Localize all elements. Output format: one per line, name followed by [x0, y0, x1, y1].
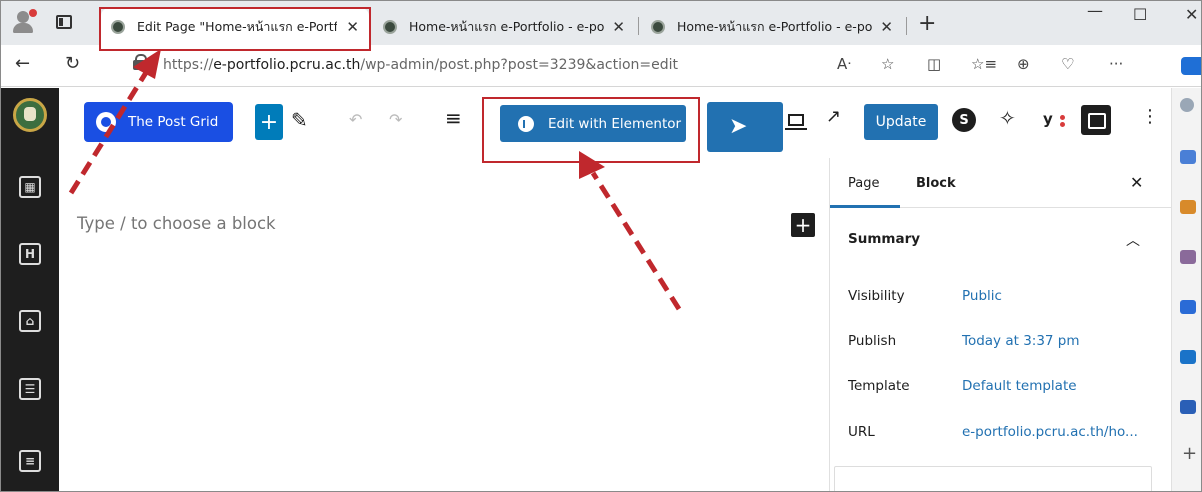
bird-icon: ➤: [729, 114, 748, 139]
tab-block[interactable]: Block: [916, 176, 956, 191]
plugin-button[interactable]: ➤: [707, 102, 783, 152]
redo-icon[interactable]: ↷: [389, 110, 402, 129]
settings-panel: Page Block ✕ Summary ︿ Visibility Public…: [829, 158, 1172, 491]
split-screen-icon[interactable]: ◫: [927, 55, 941, 73]
template-label: Template: [848, 378, 910, 394]
browser-essentials-icon[interactable]: ♡: [1061, 55, 1074, 73]
site-logo-icon[interactable]: [13, 98, 47, 132]
panel-next-section[interactable]: [834, 466, 1152, 491]
block-inserter-button[interactable]: +: [791, 213, 815, 237]
ai-sparkle-icon[interactable]: ✧: [999, 106, 1016, 130]
publish-value[interactable]: Today at 3:37 pm: [962, 333, 1080, 349]
back-arrow-icon[interactable]: ←: [15, 53, 30, 74]
lock-icon[interactable]: [133, 54, 147, 70]
tab-home-1[interactable]: Home-หน้าแรก e-Portfolio - e-po ✕: [373, 8, 635, 45]
editor-canvas[interactable]: Type / to choose a block +: [59, 158, 829, 491]
update-button[interactable]: Update: [864, 104, 938, 140]
page-icon[interactable]: ≡: [19, 450, 41, 472]
favorites-list-icon[interactable]: ☆≡: [971, 55, 997, 73]
tab-page[interactable]: Page: [848, 176, 879, 191]
tab-home-2[interactable]: Home-หน้าแรก e-Portfolio - e-po ✕: [641, 8, 903, 45]
post-grid-button[interactable]: The Post Grid: [84, 102, 233, 142]
maximize-icon[interactable]: ☐: [1133, 5, 1147, 24]
tag-icon[interactable]: [1180, 150, 1196, 164]
send-icon[interactable]: [1180, 400, 1196, 414]
url-label: URL: [848, 424, 875, 440]
undo-icon[interactable]: ↶: [349, 110, 362, 129]
summary-heading[interactable]: Summary: [848, 231, 920, 247]
grid-layout-icon[interactable]: ☰: [19, 378, 41, 400]
url-field[interactable]: https://e-portfolio.pcru.ac.th/wp-admin/…: [163, 57, 678, 73]
office-icon[interactable]: [1180, 300, 1196, 314]
tab-actions-icon[interactable]: [56, 15, 72, 29]
close-panel-icon[interactable]: ✕: [1130, 173, 1143, 192]
close-tab-icon[interactable]: ✕: [612, 18, 625, 36]
block-placeholder[interactable]: Type / to choose a block: [77, 214, 276, 233]
settings-sidebar-icon[interactable]: [1081, 105, 1111, 135]
tab-title: Home-หน้าแรก e-Portfolio - e-po: [677, 18, 873, 34]
minimize-icon[interactable]: —: [1087, 1, 1103, 20]
highlight-box-elementor: [482, 97, 700, 163]
wp-sidebar: ▦ H ⌂ ☰ ≡: [1, 88, 59, 491]
url-value[interactable]: e-portfolio.pcru.ac.th/ho...: [962, 424, 1138, 440]
reload-icon[interactable]: ↻: [65, 53, 80, 74]
browser-side-panel: +: [1171, 88, 1201, 491]
close-window-icon[interactable]: ✕: [1185, 5, 1198, 24]
read-aloud-icon[interactable]: Aᐧ: [837, 55, 851, 73]
layout-icon[interactable]: ▦: [19, 176, 41, 198]
image-icon[interactable]: ⌂: [19, 310, 41, 332]
visibility-value[interactable]: Public: [962, 288, 1002, 304]
favorite-star-icon[interactable]: ☆: [881, 55, 894, 73]
tab-divider: [906, 17, 907, 35]
tab-divider: [638, 17, 639, 35]
active-tab-indicator: [830, 205, 900, 208]
address-bar-row: ← ↻ https://e-portfolio.pcru.ac.th/wp-ad…: [1, 45, 1201, 87]
screenshot-frame: Edit Page "Home-หน้าแรก e-Portf ✕ Home-ห…: [0, 0, 1202, 492]
add-block-button[interactable]: +: [255, 104, 283, 140]
new-tab-icon[interactable]: +: [918, 11, 936, 36]
yoast-icon[interactable]: y: [1043, 110, 1053, 128]
site-favicon-icon: [383, 19, 397, 34]
url-path: /wp-admin/post.php?post=3239&action=edit: [360, 57, 679, 73]
search-icon[interactable]: [1180, 98, 1194, 112]
close-tab-icon[interactable]: ✕: [880, 18, 893, 36]
heading-icon[interactable]: H: [19, 243, 41, 265]
panel-tabs: Page Block ✕: [830, 158, 1172, 208]
outlook-icon[interactable]: [1180, 350, 1196, 364]
options-menu-icon[interactable]: ⋮: [1141, 106, 1159, 127]
people-icon[interactable]: [1180, 250, 1196, 264]
site-favicon-icon: [651, 19, 665, 34]
pencil-icon[interactable]: ✎: [291, 108, 308, 132]
preview-icon[interactable]: [785, 114, 807, 130]
tab-title: Home-หน้าแรก e-Portfolio - e-po: [409, 18, 605, 34]
more-menu-icon[interactable]: ···: [1109, 55, 1123, 73]
shopping-icon[interactable]: [1180, 200, 1196, 214]
post-grid-label: The Post Grid: [128, 114, 219, 130]
add-sidebar-item-icon[interactable]: +: [1182, 443, 1197, 464]
visibility-label: Visibility: [848, 288, 905, 304]
update-label: Update: [875, 114, 927, 130]
view-page-icon[interactable]: ↗: [826, 106, 841, 127]
url-host: e-portfolio.pcru.ac.th: [213, 57, 361, 73]
post-grid-icon: [96, 112, 116, 132]
chevron-up-icon[interactable]: ︿: [1126, 230, 1140, 250]
highlight-box-tab: [99, 7, 371, 51]
url-prefix: https://: [163, 57, 214, 73]
template-value[interactable]: Default template: [962, 378, 1077, 394]
yoast-status-icon: [1060, 115, 1066, 129]
document-outline-icon[interactable]: ≡: [445, 106, 462, 130]
profile-icon[interactable]: [11, 9, 37, 35]
publish-label: Publish: [848, 333, 897, 349]
copilot-icon[interactable]: [1181, 57, 1201, 75]
plugin-s-icon[interactable]: S: [952, 108, 976, 132]
collections-icon[interactable]: ⊕: [1017, 55, 1030, 73]
